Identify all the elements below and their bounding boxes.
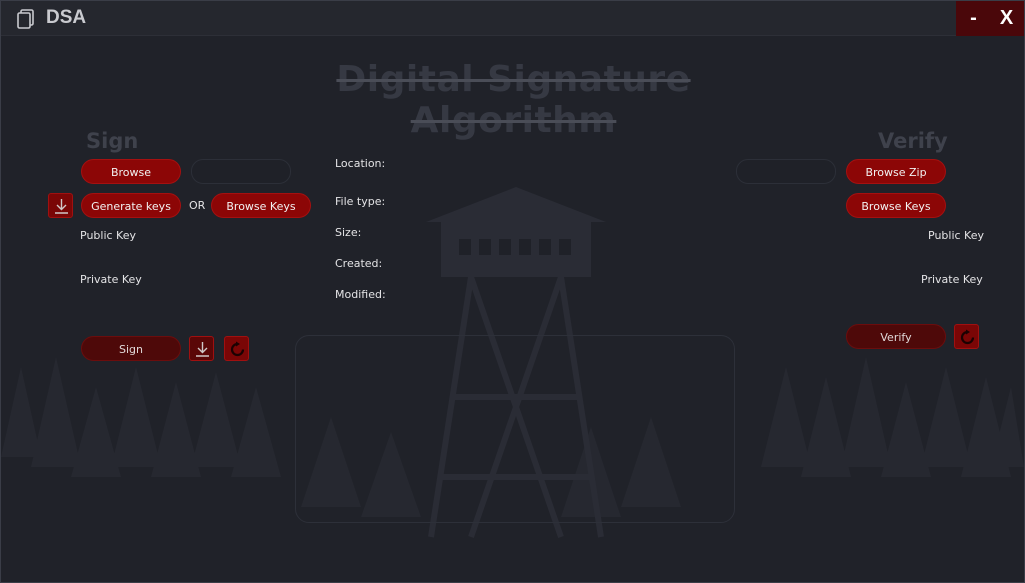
refresh-icon	[960, 329, 975, 345]
reset-sign-button[interactable]	[224, 336, 249, 361]
verify-public-key-label: Public Key	[928, 229, 984, 242]
sign-button[interactable]: Sign	[81, 336, 181, 361]
or-label: OR	[189, 199, 206, 212]
sign-browse-keys-button[interactable]: Browse Keys	[211, 193, 311, 218]
download-icon	[196, 342, 209, 357]
verify-private-key-label: Private Key	[921, 273, 983, 286]
size-label: Size:	[335, 226, 362, 239]
title-bar[interactable]: DSA - X	[1, 1, 1024, 36]
close-button[interactable]: X	[989, 1, 1024, 36]
location-label: Location:	[335, 157, 386, 170]
file-type-label: File type:	[335, 195, 386, 208]
browse-file-button[interactable]: Browse	[81, 159, 181, 184]
sign-file-field[interactable]	[191, 159, 291, 184]
window-title: DSA	[46, 7, 87, 28]
download-keys-button[interactable]	[48, 193, 73, 218]
download-icon	[55, 199, 68, 214]
sign-heading: Sign	[86, 129, 139, 153]
verify-browse-keys-button[interactable]: Browse Keys	[846, 193, 946, 218]
modified-label: Modified:	[335, 288, 386, 301]
minimize-button[interactable]: -	[956, 1, 991, 36]
sign-private-key-label: Private Key	[80, 273, 142, 286]
details-textarea[interactable]	[295, 335, 735, 523]
page-title: Digital Signature Algorithm	[336, 59, 691, 141]
app-icon	[17, 9, 35, 29]
app-window: DSA - X Digital Signature Algorithm Sign…	[0, 0, 1025, 583]
verify-file-field[interactable]	[736, 159, 836, 184]
generate-keys-button[interactable]: Generate keys	[81, 193, 181, 218]
refresh-icon	[230, 341, 245, 357]
download-signature-button[interactable]	[189, 336, 214, 361]
browse-zip-button[interactable]: Browse Zip	[846, 159, 946, 184]
created-label: Created:	[335, 257, 383, 270]
verify-heading: Verify	[878, 129, 948, 153]
sign-public-key-label: Public Key	[80, 229, 136, 242]
reset-verify-button[interactable]	[954, 324, 979, 349]
verify-button[interactable]: Verify	[846, 324, 946, 349]
